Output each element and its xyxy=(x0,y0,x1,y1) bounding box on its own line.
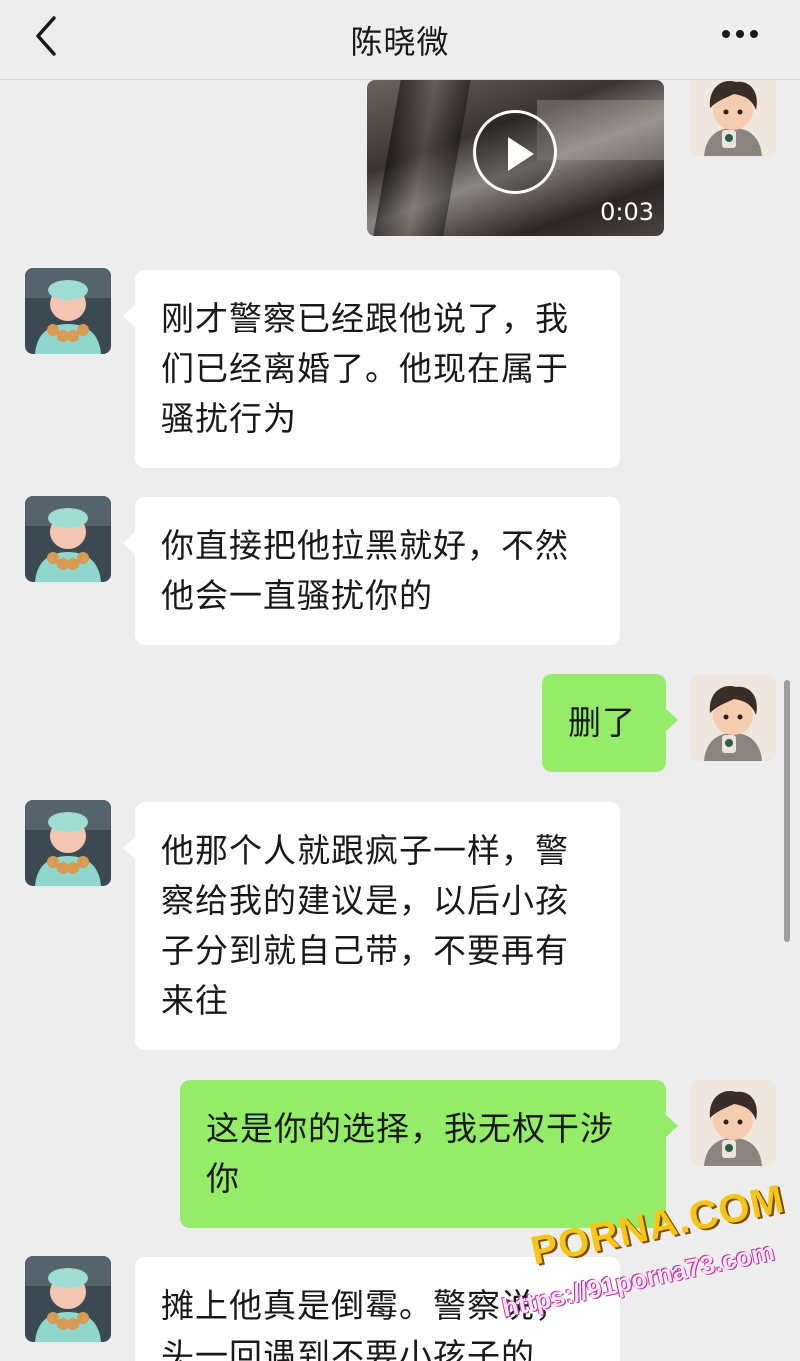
my-avatar[interactable] xyxy=(690,70,776,156)
message-bubble[interactable]: 摊上他真是倒霉。警察说，头一回遇到不要小孩子的 xyxy=(135,1257,620,1361)
message-bubble[interactable]: 你直接把他拉黑就好，不然他会一直骚扰你的 xyxy=(123,497,620,645)
message-bubble[interactable]: 这是你的选择，我无权干涉你 xyxy=(180,1080,678,1228)
chat-header: 陈晓微 xyxy=(0,0,800,80)
more-options-icon[interactable] xyxy=(720,24,760,44)
contact-avatar[interactable] xyxy=(25,496,111,582)
video-message[interactable]: 0:03 xyxy=(367,80,664,236)
message-text: 摊上他真是倒霉。警察说，头一回遇到不要小孩子的 xyxy=(161,1286,569,1361)
message-bubble[interactable]: 刚才警察已经跟他说了，我们已经离婚了。他现在属于骚扰行为 xyxy=(123,270,620,468)
video-duration: 0:03 xyxy=(600,198,654,226)
message-text: 他那个人就跟疯子一样，警察给我的建议是，以后小孩子分到就自己带，不要再有来往 xyxy=(161,831,569,1020)
contact-avatar[interactable] xyxy=(25,268,111,354)
message-bubble[interactable]: 删了 xyxy=(542,674,678,772)
back-arrow-icon[interactable] xyxy=(30,14,70,58)
play-icon[interactable] xyxy=(473,110,557,194)
chat-title: 陈晓微 xyxy=(350,22,450,61)
contact-avatar[interactable] xyxy=(25,800,111,886)
message-text: 刚才警察已经跟他说了，我们已经离婚了。他现在属于骚扰行为 xyxy=(161,299,569,438)
message-text: 你直接把他拉黑就好，不然他会一直骚扰你的 xyxy=(161,526,569,615)
my-avatar[interactable] xyxy=(690,1080,776,1166)
contact-avatar[interactable] xyxy=(25,1256,111,1342)
scrollbar[interactable] xyxy=(784,680,790,942)
message-bubble[interactable]: 他那个人就跟疯子一样，警察给我的建议是，以后小孩子分到就自己带，不要再有来往 xyxy=(123,802,620,1050)
message-text: 这是你的选择，我无权干涉你 xyxy=(206,1109,614,1198)
my-avatar[interactable] xyxy=(690,675,776,761)
message-text: 删了 xyxy=(568,703,636,742)
